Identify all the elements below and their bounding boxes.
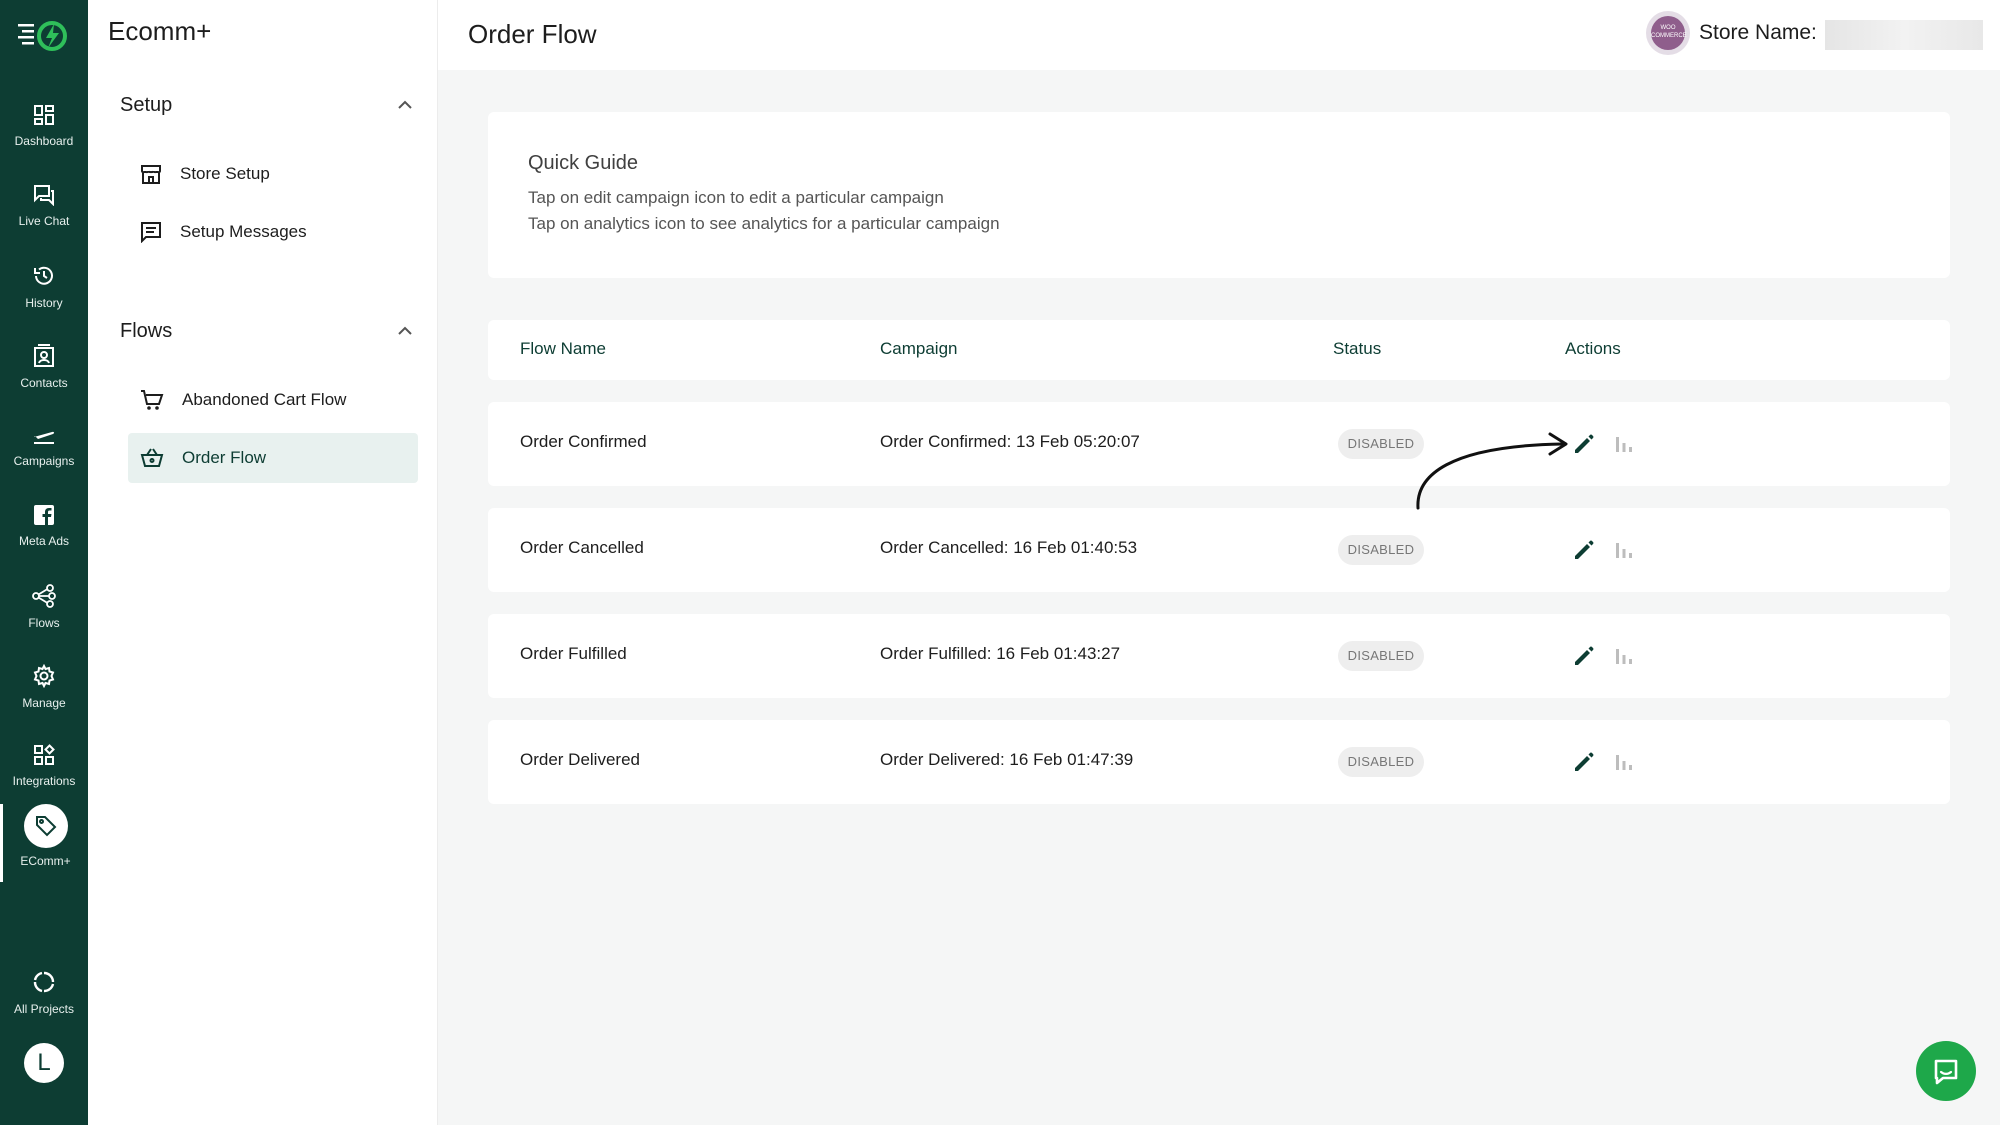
message-icon	[141, 222, 161, 243]
sidebar-item-label: Abandoned Cart Flow	[182, 390, 347, 409]
section-setup-header[interactable]: Setup	[120, 94, 172, 117]
status-badge: DISABLED	[1338, 747, 1424, 777]
rail-item-live-chat[interactable]: Live Chat	[0, 174, 88, 250]
sidebar-item-abandoned-cart-flow[interactable]: Abandoned Cart Flow	[128, 375, 418, 425]
quick-guide-card: Quick Guide Tap on edit campaign icon to…	[488, 112, 1950, 278]
chat-icon	[34, 185, 54, 206]
rail-item-flows[interactable]: Flows	[0, 574, 88, 650]
sidebar-item-label: Store Setup	[180, 164, 270, 183]
rail-item-label: History	[25, 296, 63, 310]
flow-name-cell: Order Cancelled	[520, 538, 644, 557]
table-row: Order Cancelled Order Cancelled: 16 Feb …	[488, 508, 1950, 592]
app-logo-icon[interactable]	[14, 14, 70, 54]
rail-item-manage[interactable]: Manage	[0, 654, 88, 730]
column-header-status: Status	[1333, 339, 1382, 358]
edit-campaign-pencil-icon[interactable]	[1568, 746, 1600, 778]
campaign-cell: Order Cancelled: 16 Feb 01:40:53	[880, 538, 1138, 557]
page-title: Order Flow	[468, 19, 597, 49]
campaign-cell: Order Fulfilled: 16 Feb 01:43:27	[880, 644, 1121, 663]
analytics-bar-chart-icon[interactable]	[1610, 430, 1638, 458]
quick-guide-line: Tap on analytics icon to see analytics f…	[528, 214, 1000, 233]
analytics-bar-chart-icon[interactable]	[1610, 748, 1638, 776]
support-chat-button[interactable]	[1916, 1041, 1976, 1101]
rail-item-ecomm[interactable]: EComm+	[0, 804, 88, 882]
flows-icon	[32, 584, 56, 608]
sidebar-item-label: Order Flow	[182, 448, 267, 467]
rail-item-history[interactable]: History	[0, 254, 88, 330]
app-rail: Dashboard Live Chat History Contacts Cam…	[0, 0, 88, 1125]
ecomm-sidebar: Ecomm+ Setup Store Setup Setup Messages …	[88, 0, 438, 1125]
rail-item-meta-ads[interactable]: Meta Ads	[0, 494, 88, 570]
rail-item-label: Manage	[22, 696, 66, 710]
active-indicator	[23, 804, 68, 848]
campaign-cell: Order Delivered: 16 Feb 01:47:39	[880, 750, 1134, 769]
quick-guide-title: Quick Guide	[528, 152, 639, 174]
sidebar-item-label: Setup Messages	[180, 222, 307, 241]
integrations-icon	[34, 744, 55, 765]
column-header-actions: Actions	[1565, 339, 1621, 358]
flow-name-cell: Order Confirmed	[520, 432, 647, 451]
rail-item-integrations[interactable]: Integrations	[0, 734, 88, 810]
rail-item-campaigns[interactable]: Campaigns	[0, 414, 88, 490]
annotation-arrow-icon	[1416, 432, 1568, 510]
rail-item-label: EComm+	[20, 854, 71, 868]
store-logo: WOO COMMERCE	[1646, 11, 1690, 55]
store-name-value	[1825, 20, 1983, 50]
basket-icon	[140, 448, 164, 467]
rail-item-all-projects[interactable]: All Projects	[0, 960, 88, 1036]
analytics-bar-chart-icon[interactable]	[1610, 642, 1638, 670]
campaigns-icon	[34, 431, 55, 444]
sidebar-item-setup-messages[interactable]: Setup Messages	[128, 207, 418, 257]
sidebar-item-store-setup[interactable]: Store Setup	[128, 149, 418, 199]
campaign-cell: Order Confirmed: 13 Feb 05:20:07	[880, 432, 1140, 451]
rail-item-contacts[interactable]: Contacts	[0, 334, 88, 410]
cart-icon	[141, 390, 164, 410]
table-row: Order Delivered Order Delivered: 16 Feb …	[488, 720, 1950, 804]
rail-item-label: Contacts	[20, 376, 68, 390]
rail-item-label: Flows	[28, 616, 60, 630]
page-header: Order Flow WOO COMMERCE Store Name:	[438, 0, 2000, 70]
status-badge: DISABLED	[1338, 535, 1424, 565]
history-icon	[34, 266, 53, 285]
rail-item-dashboard[interactable]: Dashboard	[0, 94, 88, 170]
facebook-icon	[34, 505, 54, 525]
contacts-icon	[34, 344, 54, 367]
table-row: Order Confirmed Order Confirmed: 13 Feb …	[488, 402, 1950, 486]
quick-guide-line: Tap on edit campaign icon to edit a part…	[528, 188, 944, 207]
store-name-label: Store Name:	[1699, 21, 1817, 44]
column-header-flow-name: Flow Name	[520, 339, 606, 358]
rail-item-label: Dashboard	[14, 134, 74, 148]
section-flows-header[interactable]: Flows	[120, 320, 172, 343]
status-badge: DISABLED	[1338, 641, 1424, 671]
rail-item-label: All Projects	[13, 1002, 75, 1016]
gear-icon	[33, 664, 55, 688]
sidebar-title: Ecomm+	[108, 16, 212, 46]
store-icon	[141, 165, 161, 184]
flow-name-cell: Order Fulfilled	[520, 644, 627, 663]
chevron-up-icon[interactable]	[393, 319, 417, 343]
chevron-up-icon[interactable]	[393, 93, 417, 117]
sidebar-item-order-flow[interactable]: Order Flow	[128, 433, 418, 483]
rail-item-label: Campaigns	[13, 454, 75, 468]
edit-campaign-pencil-icon[interactable]	[1568, 640, 1600, 672]
rail-item-label: Meta Ads	[18, 534, 70, 548]
table-row: Order Fulfilled Order Fulfilled: 16 Feb …	[488, 614, 1950, 698]
column-header-campaign: Campaign	[880, 339, 958, 358]
flow-name-cell: Order Delivered	[520, 750, 640, 769]
refresh-icon	[33, 971, 55, 993]
chat-bubble-icon	[1934, 1059, 1958, 1085]
user-avatar[interactable]: L	[24, 1043, 64, 1083]
table-header: Flow Name Campaign Status Actions	[488, 320, 1950, 380]
dashboard-icon	[34, 105, 54, 125]
rail-item-label: Live Chat	[18, 214, 70, 228]
tag-icon	[35, 816, 56, 837]
rail-item-label: Integrations	[12, 774, 76, 788]
edit-campaign-pencil-icon[interactable]	[1568, 534, 1600, 566]
store-logo-text: WOO COMMERCE	[1651, 16, 1687, 50]
analytics-bar-chart-icon[interactable]	[1610, 536, 1638, 564]
